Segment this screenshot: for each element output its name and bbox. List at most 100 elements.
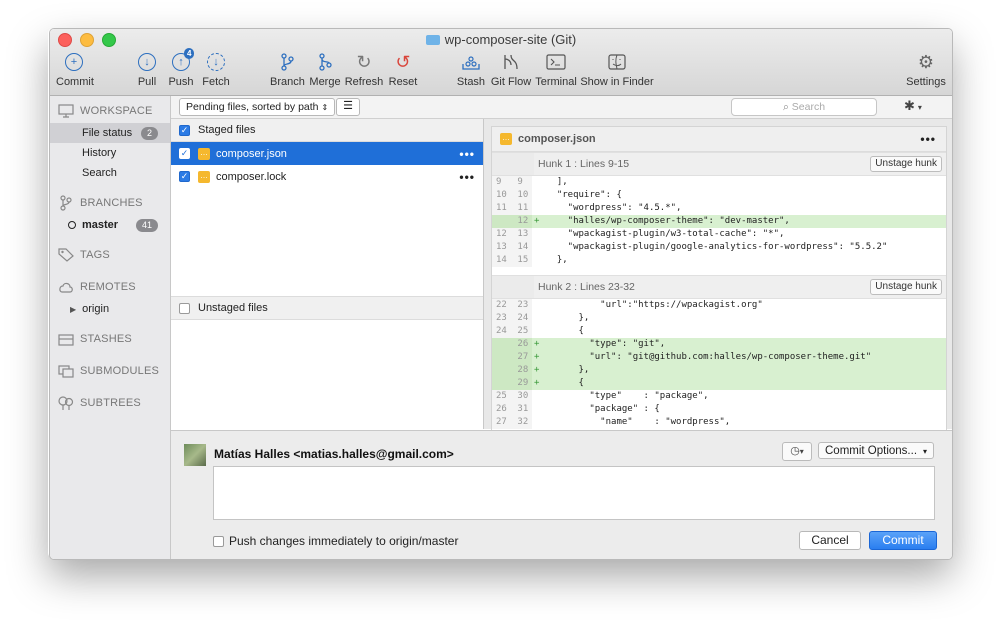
push-immediately-option[interactable]: Push changes immediately to origin/maste… (213, 534, 458, 548)
terminal-button[interactable]: Terminal (534, 51, 578, 88)
refresh-icon: ↻ (356, 51, 372, 72)
diff-line-added[interactable]: 28 + }, (492, 364, 946, 377)
file-checkbox[interactable]: ✓ (179, 171, 190, 182)
current-branch-icon (68, 221, 76, 229)
sidebar-item-search[interactable]: Search (50, 163, 170, 183)
file-actions-menu[interactable]: ••• (459, 170, 475, 184)
search-input[interactable]: ⌕ Search (731, 98, 877, 116)
file-checkbox[interactable]: ✓ (179, 148, 190, 159)
diff-line[interactable]: 22 23 "url":"https://wpackagist.org" (492, 299, 946, 312)
diff-line[interactable]: 13 14 "wpackagist-plugin/google-analytic… (492, 241, 946, 254)
stash-button[interactable]: Stash (456, 51, 486, 88)
disclosure-triangle-icon[interactable]: ▶ (70, 305, 76, 314)
diff-code: "url":"https://wpackagist.org" (546, 300, 763, 310)
diff-line-added[interactable]: 27 + "url": "git@github.com:halles/wp-com… (492, 351, 946, 364)
diff-line-added[interactable]: 12 + "halles/wp-composer-theme": "dev-mas… (492, 215, 946, 228)
hunk-header: Hunk 2 : Lines 23-32 Unstage hunk (492, 275, 946, 299)
file-actions-menu[interactable]: ••• (459, 147, 475, 161)
pull-label: Pull (137, 76, 157, 88)
old-line-number: 25 (496, 391, 507, 401)
old-line-number: 12 (496, 229, 507, 239)
commit-options-button[interactable]: Commit Options... ▾ (818, 442, 934, 459)
refresh-label: Refresh (344, 76, 384, 88)
master-count-badge: 41 (135, 218, 158, 232)
commit-button[interactable]: Commit (869, 531, 937, 550)
gear-icon: ✱ (904, 98, 915, 113)
file-row-composer-lock[interactable]: ✓ … composer.lock ••• (171, 165, 483, 188)
sidebar-section-stashes[interactable]: STASHES (58, 332, 132, 346)
pull-button[interactable]: ↓ Pull (134, 51, 160, 88)
sidebar-item-file-status[interactable]: File status 2 (50, 123, 170, 143)
unstage-hunk-button[interactable]: Unstage hunk (870, 156, 942, 172)
unstaged-files-checkbox[interactable] (179, 302, 190, 314)
push-button[interactable]: ↑ 4 Push (168, 48, 195, 88)
options-gear-button[interactable]: ✱ ▾ (904, 98, 934, 114)
push-immediately-label: Push changes immediately to origin/maste… (229, 534, 459, 548)
show-in-finder-button[interactable]: Show in Finder (580, 51, 654, 88)
diff-line[interactable]: 27 32 "name" : "wordpress", (492, 416, 946, 429)
line-numbers: 26 (492, 338, 532, 351)
commit-history-button[interactable]: ◷▾ (782, 442, 812, 461)
sidebar-section-tags[interactable]: TAGS (58, 248, 110, 262)
file-list-pane: ✓ Staged files ✓ … composer.json ••• ✓ …… (171, 119, 484, 429)
new-line-number: 10 (517, 190, 529, 200)
diff-actions-menu[interactable]: ••• (920, 132, 936, 146)
commit-message-input[interactable] (213, 466, 935, 520)
cancel-button[interactable]: Cancel (799, 531, 861, 550)
commit-author: Matías Halles <matias.halles@gmail.com> (214, 447, 454, 461)
settings-button[interactable]: ⚙ Settings (906, 51, 946, 89)
workspace-heading: WORKSPACE (80, 105, 153, 117)
file-name: composer.json (216, 147, 287, 160)
diff-line[interactable]: 9 9 ], (492, 176, 946, 189)
list-icon: ☰ (343, 100, 353, 112)
diff-line[interactable]: 26 31 "package" : { (492, 403, 946, 416)
search-label: Search (82, 167, 117, 179)
diff-line[interactable]: 23 24 }, (492, 312, 946, 325)
diff-line[interactable]: 12 13 "wpackagist-plugin/w3-total-cache"… (492, 228, 946, 241)
commit-toolbar-button[interactable]: + Commit (56, 51, 94, 88)
terminal-icon (534, 51, 578, 73)
new-line-number: 26 (517, 339, 529, 349)
diff-line[interactable]: 14 15 }, (492, 254, 946, 267)
sidebar-section-remotes[interactable]: REMOTES (58, 280, 136, 294)
refresh-button[interactable]: ↻ Refresh (344, 51, 384, 89)
merge-button[interactable]: Merge (308, 51, 342, 88)
push-immediately-checkbox[interactable] (213, 535, 224, 547)
hunk-title: Hunk 2 : Lines 23-32 (538, 281, 635, 293)
diff-line[interactable]: 24 25 { (492, 325, 946, 338)
staged-files-checkbox[interactable]: ✓ (179, 124, 190, 136)
monitor-icon (58, 104, 74, 118)
branch-button[interactable]: Branch (270, 51, 305, 88)
staged-files-header[interactable]: ✓ Staged files (171, 119, 483, 142)
chevron-down-icon: ▾ (799, 447, 804, 456)
sidebar-item-master-branch[interactable]: master 41 (50, 215, 170, 235)
diff-code: "name" : "wordpress", (546, 417, 731, 427)
git-flow-button[interactable]: Git Flow (490, 51, 532, 88)
sort-popup[interactable]: Pending files, sorted by path ⇕ (179, 98, 336, 116)
reset-button[interactable]: ↺ Reset (386, 51, 420, 89)
diff-line[interactable]: 11 11 "wordpress": "4.5.*", (492, 202, 946, 215)
sidebar-item-origin[interactable]: ▶ origin (50, 299, 170, 319)
sidebar-section-subtrees[interactable]: SUBTREES (58, 396, 141, 410)
diff-line[interactable]: 10 10 "require": { (492, 189, 946, 202)
file-row-composer-json[interactable]: ✓ … composer.json ••• (171, 142, 483, 165)
sidebar-item-history[interactable]: History (50, 143, 170, 163)
diff-line[interactable]: 25 30 "type" : "package", (492, 390, 946, 403)
sidebar-section-submodules[interactable]: SUBMODULES (58, 364, 159, 378)
file-name: composer.lock (216, 170, 287, 183)
unstage-hunk-button[interactable]: Unstage hunk (870, 279, 942, 295)
new-line-number: 24 (517, 313, 529, 323)
history-label: History (82, 147, 117, 159)
chevron-down-icon: ▾ (922, 447, 927, 456)
line-numbers: 23 24 (492, 312, 532, 325)
fetch-button[interactable]: ↓ Fetch (200, 51, 232, 88)
unstaged-files-header[interactable]: Unstaged files (171, 296, 483, 320)
popup-arrows-icon: ⇕ (321, 103, 329, 112)
diff-line-added[interactable]: 26 + "type": "git", (492, 338, 946, 351)
sidebar-section-branches[interactable]: BRANCHES (58, 195, 143, 211)
new-line-number: 11 (517, 203, 529, 213)
old-line-number: 27 (496, 417, 507, 427)
diff-line-added[interactable]: 29 + { (492, 377, 946, 390)
list-view-button[interactable]: ☰ (336, 98, 360, 116)
new-line-number: 12 (517, 216, 529, 226)
